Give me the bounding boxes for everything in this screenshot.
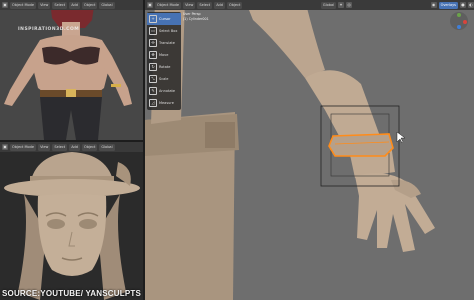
selected-bracelet <box>328 133 394 157</box>
navigation-gizmo[interactable] <box>450 12 468 30</box>
shading-material-icon[interactable]: ◐ <box>468 2 474 8</box>
transform-orientation-dropdown[interactable]: Global <box>320 1 337 9</box>
snap-icon[interactable]: ⌖ <box>338 2 345 8</box>
tool-move[interactable]: ✥ Move <box>147 49 181 61</box>
axis-z-icon[interactable] <box>457 25 461 29</box>
rotate-icon: ↻ <box>149 63 157 71</box>
main-viewport[interactable]: ▣ Object Mode View Select Add Object Glo… <box>145 0 474 300</box>
mode-dropdown[interactable]: Object Mode <box>10 1 37 9</box>
visibility-icon[interactable]: ◉ <box>430 2 437 8</box>
scale-icon: ⤡ <box>149 75 157 83</box>
proportional-edit-icon[interactable]: ◎ <box>346 2 353 8</box>
move-icon: ✥ <box>149 51 157 59</box>
active-object-label: (1) Cylinder001 <box>183 16 209 21</box>
menu-add[interactable]: Add <box>69 143 80 151</box>
bottom-viewport-header: ▣ Object Mode View Select Add Object Glo… <box>0 142 143 152</box>
shading-solid-icon[interactable]: ● <box>460 2 467 8</box>
tool-translate[interactable]: ✣ Translate <box>147 37 181 49</box>
character-body-render <box>0 0 143 140</box>
bottom-left-viewport[interactable]: ▣ Object Mode View Select Add Object Glo… <box>0 142 143 300</box>
transform-orientation-dropdown[interactable]: Global <box>99 143 115 151</box>
top-viewport-header: ▣ Object Mode View Select Add Object Glo… <box>0 0 143 10</box>
tool-palette: + Cursor ▭ Select Box ✣ Translate ✥ Move… <box>147 12 181 110</box>
axis-x-icon[interactable] <box>463 20 467 24</box>
cursor-icon: + <box>149 15 157 23</box>
editor-type-icon[interactable]: ▣ <box>2 2 8 8</box>
tool-scale[interactable]: ⤡ Scale <box>147 73 181 85</box>
measure-icon: ◿ <box>149 99 157 107</box>
source-credit: SOURCE:YOUTUBE/ YANSCULPTS <box>2 289 141 298</box>
main-viewport-header: ▣ Object Mode View Select Add Object Glo… <box>145 0 474 10</box>
select-box-icon: ▭ <box>149 27 157 35</box>
overlays-dropdown[interactable]: Overlays <box>438 1 459 9</box>
viewport-info: User Persp (1) Cylinder001 <box>183 12 209 21</box>
menu-view[interactable]: View <box>38 1 51 9</box>
menu-add[interactable]: Add <box>214 1 225 9</box>
tool-measure[interactable]: ◿ Measure <box>147 97 181 109</box>
belt-loop <box>205 122 235 148</box>
tool-rotate[interactable]: ↻ Rotate <box>147 61 181 73</box>
move-icon: ✣ <box>149 39 157 47</box>
menu-object[interactable]: Object <box>81 143 98 151</box>
mode-dropdown[interactable]: Object Mode <box>10 143 37 151</box>
tool-cursor[interactable]: + Cursor <box>147 13 181 25</box>
menu-object[interactable]: Object <box>226 1 243 9</box>
menu-object[interactable]: Object <box>81 1 98 9</box>
menu-select[interactable]: Select <box>197 1 213 9</box>
tool-select-box[interactable]: ▭ Select Box <box>147 25 181 37</box>
character-head-render <box>0 142 143 300</box>
annotate-icon: ✎ <box>149 87 157 95</box>
top-left-viewport[interactable]: ▣ Object Mode View Select Add Object Glo… <box>0 0 143 140</box>
transform-orientation-dropdown[interactable]: Global <box>99 1 115 9</box>
menu-select[interactable]: Select <box>52 143 68 151</box>
tool-annotate[interactable]: ✎ Annotate <box>147 85 181 97</box>
mode-dropdown[interactable]: Object Mode <box>155 1 182 9</box>
editor-type-icon[interactable]: ▣ <box>2 144 8 150</box>
arm-closeup-render <box>145 0 474 300</box>
menu-select[interactable]: Select <box>52 1 68 9</box>
menu-view[interactable]: View <box>38 143 51 151</box>
axis-y-icon[interactable] <box>457 13 461 17</box>
menu-add[interactable]: Add <box>69 1 80 9</box>
editor-type-icon[interactable]: ▣ <box>147 2 153 8</box>
watermark-text: INSPIRATION3D.COM <box>18 27 80 32</box>
menu-view[interactable]: View <box>183 1 196 9</box>
